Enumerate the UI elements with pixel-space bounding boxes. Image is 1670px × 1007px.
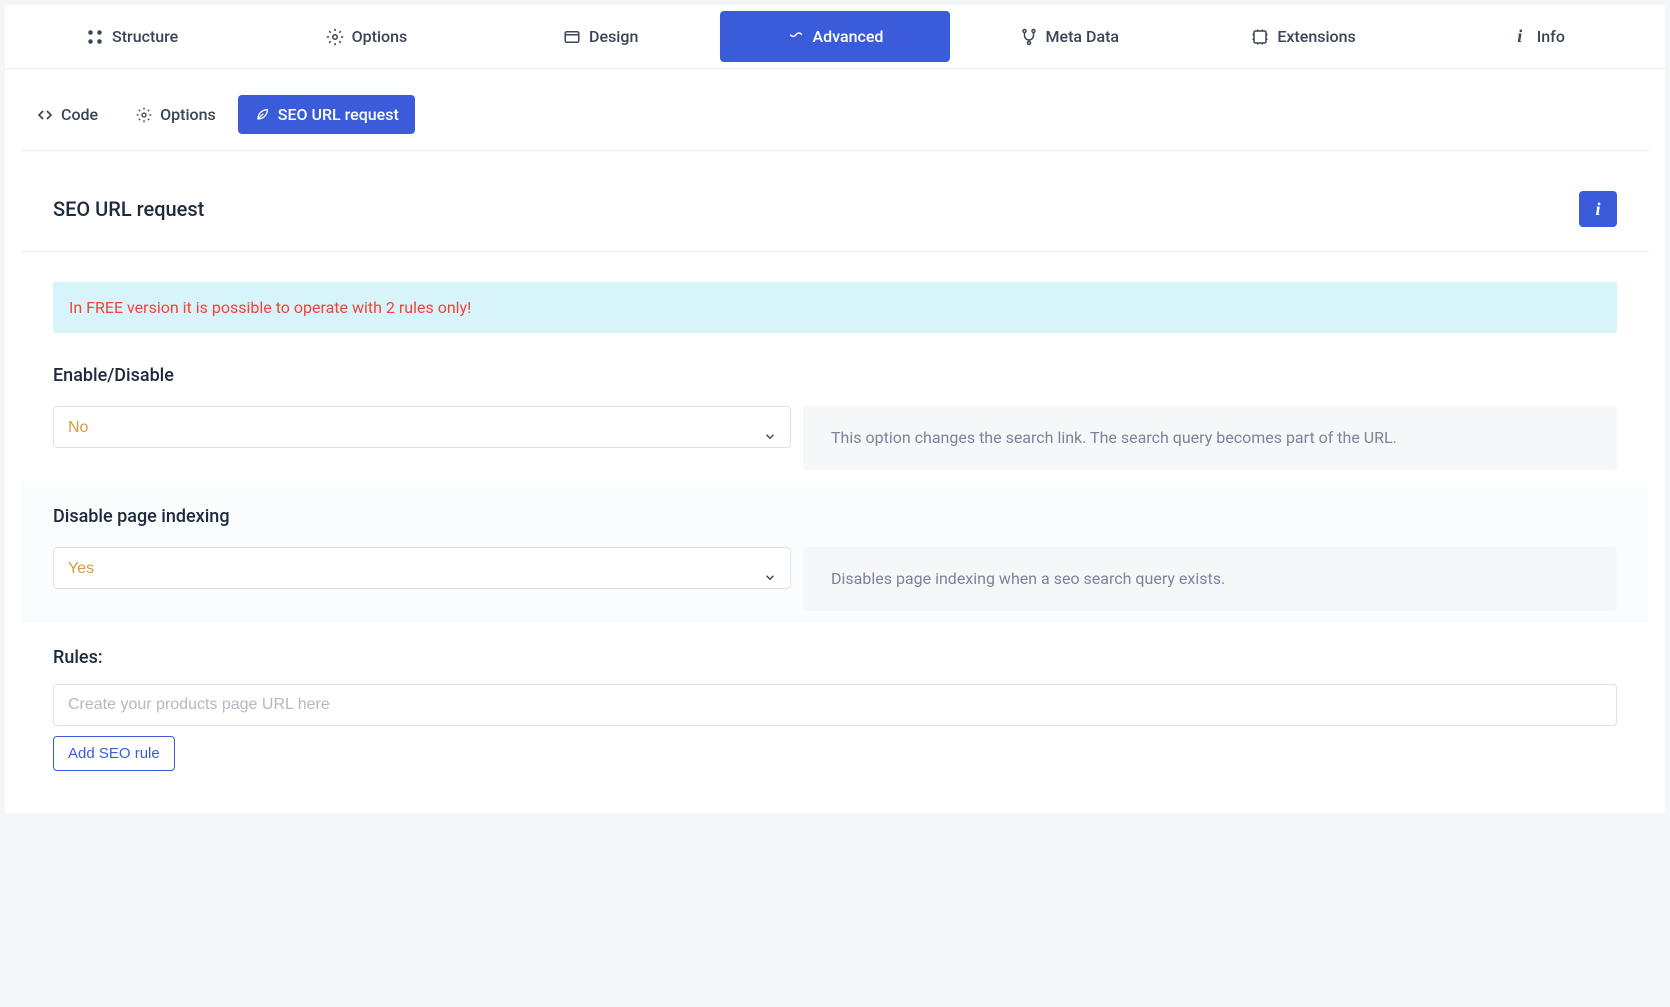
sub-tab-options[interactable]: Options: [120, 95, 232, 134]
sub-tabs: Code Options SEO URL request: [21, 95, 1649, 151]
disable-indexing-select[interactable]: Yes: [53, 547, 791, 589]
sub-tab-code[interactable]: Code: [21, 95, 114, 134]
tab-extensions[interactable]: Extensions: [1188, 11, 1418, 62]
info-button[interactable]: i: [1579, 191, 1617, 227]
enable-disable-select[interactable]: No: [53, 406, 791, 448]
disable-indexing-group: Disable page indexing Yes Disables page …: [21, 482, 1649, 623]
rules-input[interactable]: [53, 684, 1617, 726]
tab-options[interactable]: Options: [251, 11, 481, 62]
disable-indexing-label: Disable page indexing: [53, 506, 1617, 527]
sub-tab-seo-url[interactable]: SEO URL request: [238, 95, 415, 134]
tab-advanced[interactable]: Advanced: [720, 11, 950, 62]
add-seo-rule-button[interactable]: Add SEO rule: [53, 736, 175, 771]
section-title: SEO URL request: [53, 197, 204, 221]
tab-label: Meta Data: [1046, 27, 1120, 46]
enable-disable-label: Enable/Disable: [53, 365, 1617, 386]
tab-label: Info: [1537, 27, 1565, 46]
meta-icon: [1020, 28, 1038, 46]
main-tabs: Structure Options Design Advanced Meta D…: [5, 5, 1665, 69]
tab-design[interactable]: Design: [486, 11, 716, 62]
advanced-icon: [787, 28, 805, 46]
gear-icon: [136, 107, 152, 123]
tab-meta-data[interactable]: Meta Data: [954, 11, 1184, 62]
code-icon: [37, 107, 53, 123]
sub-tab-label: Options: [160, 105, 216, 124]
structure-icon: [86, 28, 104, 46]
notice-banner: In FREE version it is possible to operat…: [53, 282, 1617, 333]
leaf-icon: [254, 107, 270, 123]
sub-tab-label: SEO URL request: [278, 105, 399, 124]
tab-info[interactable]: i Info: [1423, 11, 1653, 62]
enable-disable-help: This option changes the search link. The…: [803, 406, 1617, 470]
tab-label: Options: [352, 27, 408, 46]
disable-indexing-help: Disables page indexing when a seo search…: [803, 547, 1617, 611]
tab-label: Extensions: [1277, 27, 1355, 46]
rules-label: Rules:: [53, 647, 1617, 668]
tab-structure[interactable]: Structure: [17, 11, 247, 62]
tab-label: Structure: [112, 27, 178, 46]
extensions-icon: [1251, 28, 1269, 46]
tab-label: Design: [589, 27, 638, 46]
design-icon: [563, 28, 581, 46]
enable-disable-group: Enable/Disable No This option changes th…: [21, 341, 1649, 482]
sub-tab-label: Code: [61, 105, 98, 124]
rules-section: Rules: Add SEO rule: [21, 623, 1649, 783]
tab-label: Advanced: [813, 27, 884, 46]
gear-icon: [326, 28, 344, 46]
section-header: SEO URL request i: [21, 159, 1649, 252]
info-icon: i: [1511, 28, 1529, 46]
